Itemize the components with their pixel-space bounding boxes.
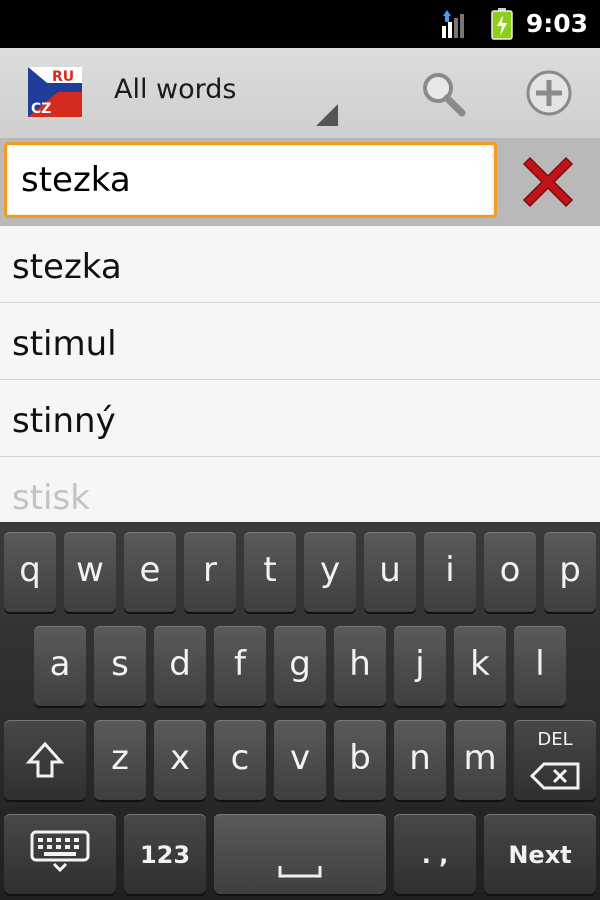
key-o[interactable]: o: [484, 532, 536, 612]
list-item[interactable]: stinný: [0, 380, 600, 457]
signal-icon: [442, 10, 464, 38]
delete-key[interactable]: DEL: [514, 720, 596, 800]
key-m[interactable]: m: [454, 720, 506, 800]
search-icon[interactable]: [418, 68, 468, 118]
backspace-icon: [530, 762, 580, 790]
numbers-key[interactable]: 123: [124, 814, 206, 894]
key-r[interactable]: r: [184, 532, 236, 612]
word-list: stezka stimul stinný stisk: [0, 226, 600, 522]
next-key[interactable]: Next: [484, 814, 596, 894]
status-time: 9:03: [525, 9, 588, 38]
keyboard-settings-key[interactable]: [4, 814, 116, 894]
key-h[interactable]: h: [334, 626, 386, 706]
search-row: [0, 138, 600, 226]
key-d[interactable]: d: [154, 626, 206, 706]
space-icon: [278, 866, 322, 878]
spinner-label: All words: [114, 74, 237, 105]
punctuation-key[interactable]: . ,: [394, 814, 476, 894]
logo-text-cz: CZ: [31, 101, 51, 117]
list-item[interactable]: stisk: [0, 457, 600, 522]
key-e[interactable]: e: [124, 532, 176, 612]
key-j[interactable]: j: [394, 626, 446, 706]
keyboard-icon: [30, 830, 90, 873]
key-f[interactable]: f: [214, 626, 266, 706]
key-g[interactable]: g: [274, 626, 326, 706]
key-u[interactable]: u: [364, 532, 416, 612]
key-a[interactable]: a: [34, 626, 86, 706]
list-item[interactable]: stezka: [0, 226, 600, 303]
add-icon[interactable]: [524, 68, 574, 118]
key-y[interactable]: y: [304, 532, 356, 612]
key-k[interactable]: k: [454, 626, 506, 706]
next-key-label: Next: [508, 841, 572, 869]
key-p[interactable]: p: [544, 532, 596, 612]
shift-icon: [25, 741, 65, 778]
key-x[interactable]: x: [154, 720, 206, 800]
word-filter-spinner[interactable]: All words: [100, 56, 340, 130]
logo-text-ru: RU: [52, 69, 74, 85]
spinner-arrow-icon: [316, 104, 338, 126]
status-bar: 9:03: [0, 0, 600, 48]
battery-charging-icon: [491, 8, 513, 40]
key-z[interactable]: z: [94, 720, 146, 800]
clear-icon[interactable]: [516, 150, 580, 214]
action-bar: RU CZ All words: [0, 48, 600, 138]
numbers-key-label: 123: [139, 841, 191, 869]
key-i[interactable]: i: [424, 532, 476, 612]
key-n[interactable]: n: [394, 720, 446, 800]
key-q[interactable]: q: [4, 532, 56, 612]
punctuation-key-label: . ,: [421, 841, 449, 869]
key-l[interactable]: l: [514, 626, 566, 706]
soft-keyboard: q w e r t y u i o p a s d f g h j k l z …: [0, 522, 600, 900]
key-v[interactable]: v: [274, 720, 326, 800]
shift-key[interactable]: [4, 720, 86, 800]
key-w[interactable]: w: [64, 532, 116, 612]
key-s[interactable]: s: [94, 626, 146, 706]
search-input[interactable]: [4, 142, 497, 218]
space-key[interactable]: [214, 814, 386, 894]
key-t[interactable]: t: [244, 532, 296, 612]
list-item[interactable]: stimul: [0, 303, 600, 380]
key-b[interactable]: b: [334, 720, 386, 800]
key-c[interactable]: c: [214, 720, 266, 800]
app-logo-icon[interactable]: RU CZ: [28, 67, 82, 117]
